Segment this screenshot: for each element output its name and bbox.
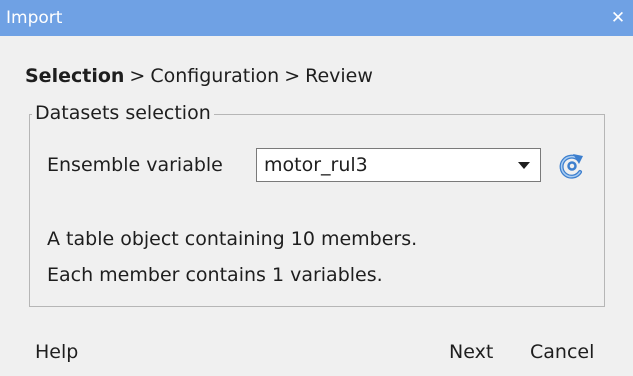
ensemble-variable-value: motor_rul3 [264,154,368,176]
breadcrumb-separator: > [129,65,146,87]
breadcrumb: Selection > Configuration > Review [25,63,373,89]
group-label: Datasets selection [32,100,214,126]
info-text-variables: Each member contains 1 variables. [47,264,383,286]
refresh-button[interactable] [556,150,588,182]
cancel-button[interactable]: Cancel [530,339,594,365]
breadcrumb-step-selection: Selection [25,65,125,87]
breadcrumb-separator: > [284,65,301,87]
title-bar[interactable]: Import ✕ [0,0,633,36]
next-button[interactable]: Next [449,339,493,365]
breadcrumb-step-configuration: Configuration [150,65,280,87]
info-text-members: A table object containing 10 members. [47,228,418,250]
refresh-icon [559,154,583,179]
window-title: Import [6,8,63,28]
import-dialog: Import ✕ Selection > Configuration > Review … [0,0,633,376]
help-button[interactable]: Help [35,339,78,365]
close-button[interactable]: ✕ [603,0,633,36]
breadcrumb-step-review: Review [305,65,373,87]
ensemble-variable-label: Ensemble variable [47,154,223,176]
ensemble-variable-dropdown[interactable]: motor_rul3 [256,148,541,182]
dropdown-arrow-icon [518,162,530,169]
